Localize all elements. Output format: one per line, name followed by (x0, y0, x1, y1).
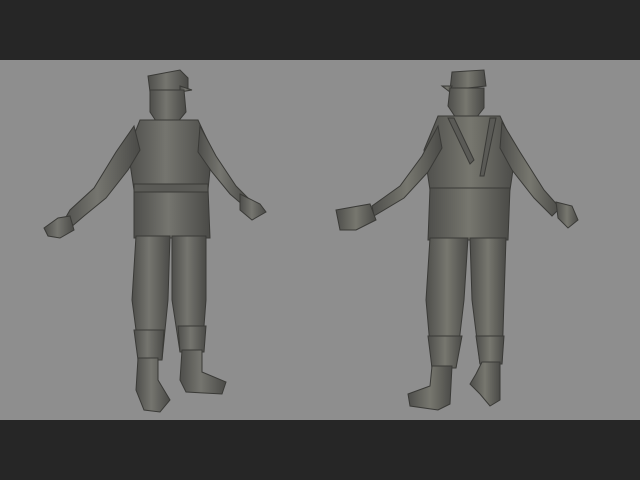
letterbox-top (0, 0, 640, 60)
render-viewport (0, 60, 640, 420)
soldier-back-view (330, 60, 590, 420)
soldier-front-view (30, 60, 280, 420)
letterbox-bottom (0, 420, 640, 480)
